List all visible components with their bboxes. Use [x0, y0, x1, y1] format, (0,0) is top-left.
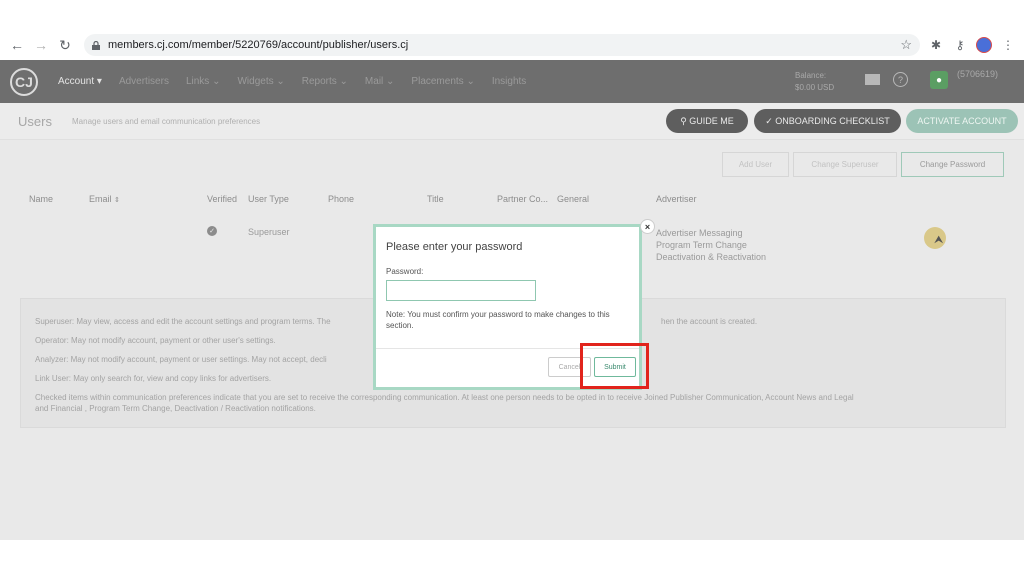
add-user-button[interactable]: Add User — [722, 152, 789, 177]
nav-widgets[interactable]: Widgets ⌄ — [237, 76, 284, 87]
col-user-type[interactable]: User Type — [248, 194, 289, 204]
guide-me-label: GUIDE ME — [689, 116, 734, 126]
info-link-user: Link User: May only search for, view and… — [35, 374, 272, 383]
onboarding-checklist-button[interactable]: ✓ ONBOARDING CHECKLIST — [754, 109, 901, 133]
col-advertiser[interactable]: Advertiser — [656, 194, 697, 204]
balance-label: Balance: — [795, 71, 827, 80]
col-email[interactable]: Email ⇕ — [89, 194, 120, 204]
nav-reports[interactable]: Reports ⌄ — [302, 76, 348, 87]
sort-icon: ⇕ — [114, 197, 120, 204]
profile-avatar[interactable] — [976, 37, 992, 53]
cell-advertiser: Advertiser Messaging Program Term Change… — [656, 227, 766, 263]
onboarding-label: ONBOARDING CHECKLIST — [775, 116, 890, 126]
address-bar[interactable]: members.cj.com/member/5220769/account/pu… — [84, 34, 920, 56]
guide-me-button[interactable]: ⚲ GUIDE ME — [666, 109, 748, 133]
screen: ← → ↻ members.cj.com/member/5220769/acco… — [0, 0, 1024, 576]
col-phone[interactable]: Phone — [328, 194, 354, 204]
nav-links: Account ▾ Advertisers Links ⌄ Widgets ⌄ … — [58, 60, 526, 103]
col-verified[interactable]: Verified — [207, 194, 237, 204]
pref-deactivation[interactable]: Deactivation & Reactivation — [656, 251, 766, 263]
page-subtitle: Manage users and email communication pre… — [72, 117, 261, 126]
nav-advertisers[interactable]: Advertisers — [119, 76, 169, 87]
browser-toolbar: ← → ↻ members.cj.com/member/5220769/acco… — [0, 30, 1024, 60]
user-icon[interactable]: ● — [930, 71, 948, 89]
forward-icon[interactable]: → — [30, 34, 52, 56]
pref-advertiser-messaging[interactable]: Advertiser Messaging — [656, 227, 766, 239]
password-input[interactable] — [386, 280, 536, 301]
bookmark-star-icon[interactable]: ☆ — [900, 37, 912, 53]
verified-check-icon: ✓ — [207, 226, 217, 236]
cell-user-type: Superuser — [248, 227, 290, 237]
page-title: Users — [18, 114, 52, 129]
change-superuser-button[interactable]: Change Superuser — [793, 152, 897, 177]
close-icon[interactable]: × — [640, 219, 655, 234]
info-operator: Operator: May not modify account, paymen… — [35, 336, 276, 345]
mouse-cursor-icon: ⮝ — [934, 234, 944, 246]
help-icon[interactable]: ? — [893, 72, 908, 87]
page-header: Users Manage users and email communicati… — [0, 103, 1024, 140]
extensions-icon[interactable]: ✱ — [928, 37, 944, 53]
col-general[interactable]: General — [557, 194, 589, 204]
cj-logo[interactable]: CJ — [10, 68, 38, 96]
password-label: Password: — [386, 267, 424, 276]
account-id[interactable]: (5706619) — [957, 69, 998, 79]
reload-icon[interactable]: ↻ — [54, 34, 76, 56]
col-name[interactable]: Name — [29, 194, 53, 204]
pref-program-term-change[interactable]: Program Term Change — [656, 239, 766, 251]
dialog-title: Please enter your password — [386, 241, 523, 253]
nav-placements[interactable]: Placements ⌄ — [411, 76, 474, 87]
nav-mail[interactable]: Mail ⌄ — [365, 76, 395, 87]
balance-value: $0.00 USD — [795, 83, 835, 92]
change-password-button[interactable]: Change Password — [901, 152, 1004, 177]
info-superuser-tail: hen the account is created. — [661, 317, 758, 326]
check-icon: ✓ — [765, 115, 776, 126]
info-analyzer: Analyzer: May not modify account, paymen… — [35, 355, 327, 364]
top-navigation: CJ Account ▾ Advertisers Links ⌄ Widgets… — [0, 60, 1024, 103]
mail-icon[interactable] — [865, 74, 880, 85]
activate-account-button[interactable]: ACTIVATE ACCOUNT — [906, 109, 1018, 133]
nav-links[interactable]: Links ⌄ — [186, 76, 221, 87]
pin-icon: ⚲ — [680, 115, 690, 126]
balance[interactable]: Balance: $0.00 USD — [795, 70, 834, 94]
col-email-label: Email — [89, 194, 112, 204]
info-preferences: Checked items within communication prefe… — [35, 393, 854, 402]
url-text: members.cj.com/member/5220769/account/pu… — [108, 39, 409, 51]
nav-insights[interactable]: Insights — [492, 76, 526, 87]
info-preferences-cont: and Financial , Program Term Change, Dea… — [35, 404, 316, 413]
info-superuser: Superuser: May view, access and edit the… — [35, 317, 331, 326]
back-icon[interactable]: ← — [6, 34, 28, 56]
submit-highlight-box — [580, 343, 649, 389]
col-title[interactable]: Title — [427, 194, 444, 204]
col-partner-co[interactable]: Partner Co... — [497, 194, 548, 204]
nav-account[interactable]: Account ▾ — [58, 76, 102, 87]
dialog-note: Note: You must confirm your password to … — [386, 310, 610, 330]
menu-kebab-icon[interactable]: ⋮ — [1000, 37, 1016, 53]
lock-icon — [92, 40, 100, 50]
key-icon[interactable]: ⚷ — [952, 37, 968, 53]
